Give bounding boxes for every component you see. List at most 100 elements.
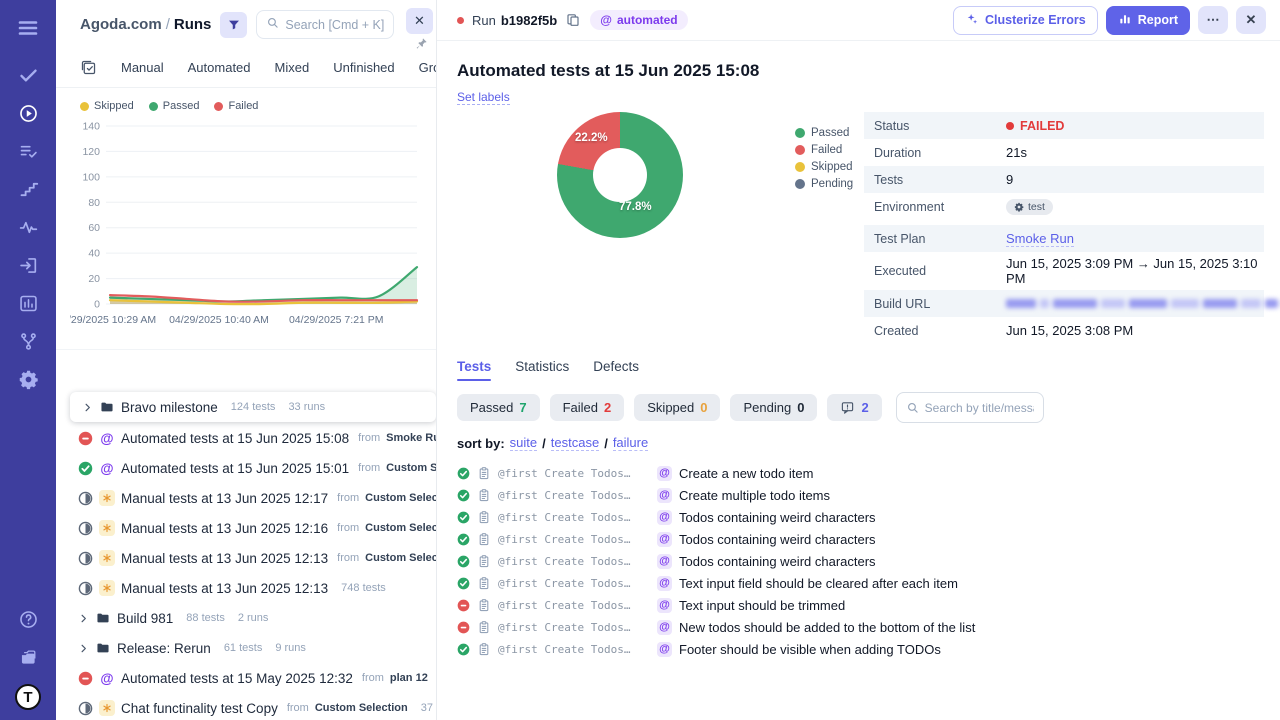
test-row[interactable]: @first Create Todos… @ Todos containing we… [457, 528, 1264, 550]
suites-icon[interactable] [0, 132, 56, 170]
test-row[interactable]: @first Create Todos… @ Footer should be vi… [457, 638, 1264, 660]
filter-chip-failed[interactable]: Failed 2 [549, 394, 625, 421]
search-input[interactable] [285, 17, 384, 32]
redacted-build-url [1006, 299, 1280, 308]
filter-chip-pending[interactable]: Pending 0 [730, 394, 818, 421]
info-row-executed: Executed Jun 15, 2025 3:09 PM → Jun 15, 2… [864, 252, 1264, 290]
more-actions-button[interactable]: ⋯ [1198, 6, 1228, 34]
filter-button[interactable] [220, 11, 248, 38]
settings-icon[interactable] [0, 360, 56, 398]
run-row[interactable]: Chat functinality test Copy from Custom Se… [56, 693, 436, 720]
steps-icon[interactable] [0, 170, 56, 208]
automated-icon: @ [657, 619, 672, 635]
project-name[interactable]: Agoda.com [80, 16, 162, 33]
pin-panel-icon[interactable] [415, 37, 428, 50]
test-row[interactable]: @first Create Todos… @ Create multiple tod… [457, 484, 1264, 506]
tasks-icon[interactable] [0, 56, 56, 94]
run-group-row[interactable]: Bravo milestone 124 tests 33 runs [70, 392, 436, 422]
tab-groups[interactable]: Groups [419, 60, 436, 75]
test-row[interactable]: @first Create Todos… @ Todos containing we… [457, 550, 1264, 572]
test-row[interactable]: @first Create Todos… @ Text input should b… [457, 594, 1264, 616]
projects-icon[interactable] [0, 638, 56, 676]
test-search-input[interactable] [924, 400, 1034, 415]
tab-manual[interactable]: Manual [121, 60, 164, 75]
status-passed-icon [78, 461, 93, 476]
tab-unfinished[interactable]: Unfinished [333, 60, 394, 75]
svg-text:60: 60 [88, 222, 100, 234]
breadcrumb: Agoda.com / Runs [80, 16, 212, 33]
run-source: Custom Selection [365, 522, 436, 534]
sparkle-icon [965, 12, 979, 29]
sort-by-testcase[interactable]: testcase [550, 435, 600, 451]
runs-filter-tabs: Manual Automated Mixed Unfinished Groups [56, 49, 436, 88]
status-partial-icon [78, 521, 93, 536]
import-icon[interactable] [0, 246, 56, 284]
branches-icon[interactable] [0, 322, 56, 360]
info-row-tests: Tests 9 [864, 166, 1264, 193]
clusterize-errors-button[interactable]: Clusterize Errors [952, 5, 1098, 35]
chevron-right-icon[interactable] [78, 613, 89, 624]
run-row[interactable]: @ Automated tests at 15 Jun 2025 15:08 fro… [56, 423, 436, 453]
info-label: Tests [874, 172, 904, 187]
run-row[interactable]: Manual tests at 13 Jun 2025 12:17 from Cus… [56, 483, 436, 513]
donut-failed-percent: 22.2% [575, 132, 608, 144]
run-row[interactable]: Manual tests at 13 Jun 2025 12:13 from Cus… [56, 543, 436, 573]
report-button[interactable]: Report [1105, 5, 1190, 35]
legend-item-failed[interactable]: Failed [214, 100, 258, 112]
environment-badge[interactable]: test [1006, 198, 1053, 215]
run-row[interactable]: Manual tests at 13 Jun 2025 12:16 from Cus… [56, 513, 436, 543]
folder-icon [95, 641, 111, 655]
legend-item-skipped[interactable]: Skipped [80, 100, 134, 112]
info-label: Environment [874, 199, 945, 214]
automated-icon: @ [100, 670, 114, 686]
run-title: Manual tests at 13 Jun 2025 12:13 [121, 580, 329, 596]
group-tests-count: 124 tests [230, 401, 276, 413]
copy-icon[interactable] [565, 12, 582, 29]
automated-icon: @ [100, 460, 114, 476]
analytics-icon[interactable] [0, 284, 56, 322]
group-runs-count: 2 runs [237, 612, 269, 624]
chart-legend: Skipped Passed Failed [70, 100, 422, 114]
result-filters: Passed 7 Failed 2 Skipped 0 Pending 0 2 [457, 392, 1264, 423]
svg-text:80: 80 [88, 197, 100, 209]
search-box[interactable] [256, 10, 394, 39]
help-icon[interactable] [0, 600, 56, 638]
tab-mixed[interactable]: Mixed [275, 60, 310, 75]
test-row[interactable]: @first Create Todos… @ Text input field sh… [457, 572, 1264, 594]
select-all-icon[interactable] [80, 59, 97, 76]
tab-automated[interactable]: Automated [188, 60, 251, 75]
test-row[interactable]: @first Create Todos… @ New todos should be… [457, 616, 1264, 638]
run-group-row[interactable]: Release: Rerun 61 tests 9 runs [56, 633, 436, 663]
set-labels-link[interactable]: Set labels [457, 90, 510, 105]
filter-chip-comments[interactable]: 2 [827, 394, 882, 421]
run-row[interactable]: @ Automated tests at 15 May 2025 12:32 fro… [56, 663, 436, 693]
test-plan-link[interactable]: Smoke Run [1006, 231, 1074, 247]
app-logo[interactable]: T [15, 684, 41, 710]
donut-legend-item-failed: Failed [795, 144, 853, 156]
detail-close-button[interactable]: ✕ [1236, 6, 1266, 34]
tab-statistics[interactable]: Statistics [515, 359, 569, 381]
filter-chip-skipped[interactable]: Skipped 0 [634, 394, 721, 421]
filter-chip-passed[interactable]: Passed 7 [457, 394, 540, 421]
test-search-box[interactable] [895, 392, 1044, 423]
info-value: 9 [1006, 172, 1014, 187]
run-row[interactable]: Manual tests at 13 Jun 2025 12:13 748 tes… [56, 573, 436, 603]
chevron-right-icon[interactable] [78, 643, 89, 654]
runs-icon[interactable] [0, 94, 56, 132]
panel-close-button[interactable]: ✕ [406, 8, 433, 34]
test-row[interactable]: @first Create Todos… @ Todos containing we… [457, 506, 1264, 528]
run-group-row[interactable]: Build 981 88 tests 2 runs [56, 603, 436, 633]
tab-tests[interactable]: Tests [457, 359, 492, 381]
legend-item-passed[interactable]: Passed [148, 100, 199, 112]
chevron-right-icon[interactable] [82, 402, 93, 413]
run-row[interactable]: @ Automated tests at 15 Jun 2025 15:01 fro… [56, 453, 436, 483]
menu-icon[interactable] [0, 6, 56, 50]
test-title: Footer should be visible when adding TOD… [679, 641, 941, 657]
sort-by-suite[interactable]: suite [509, 435, 538, 451]
tab-defects[interactable]: Defects [593, 359, 639, 381]
automated-label-badge[interactable]: @ automated [590, 10, 688, 30]
test-row[interactable]: @first Create Todos… @ Create a new todo i… [457, 462, 1264, 484]
pulse-icon[interactable] [0, 208, 56, 246]
sort-by-failure[interactable]: failure [612, 435, 649, 451]
status-failed-icon [78, 431, 93, 446]
